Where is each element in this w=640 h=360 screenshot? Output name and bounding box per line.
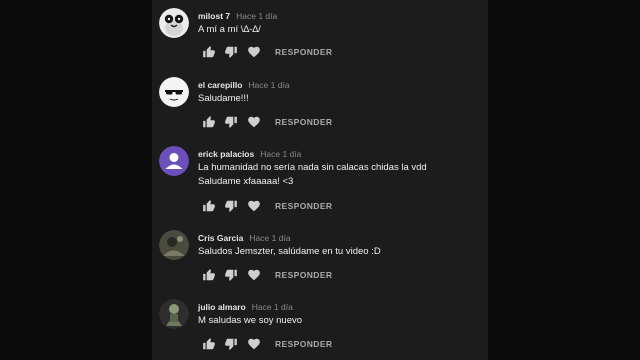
comment-time[interactable]: Hace 1 día — [248, 80, 289, 90]
heart-icon[interactable] — [247, 115, 261, 129]
comment-text: La humanidad no sería nada sin calacas c… — [198, 161, 483, 189]
comment-author[interactable]: Cris Garcia — [198, 233, 243, 243]
reply-button[interactable]: RESPONDER — [275, 45, 332, 59]
comment-text: A mí a mí \∆-∆/ — [198, 23, 483, 37]
thumbs-up-icon[interactable] — [202, 45, 216, 59]
reply-button[interactable]: RESPONDER — [275, 337, 332, 351]
comment-text: M saludas we soy nuevo — [198, 314, 483, 328]
comment-line: Saludame!!! — [198, 93, 249, 104]
thumbs-up-icon[interactable] — [202, 337, 216, 351]
reply-button[interactable]: RESPONDER — [275, 115, 332, 129]
heart-icon[interactable] — [247, 268, 261, 282]
reply-button[interactable]: RESPONDER — [275, 268, 332, 282]
photo-avatar-icon[interactable] — [159, 230, 189, 260]
heart-icon[interactable] — [247, 199, 261, 213]
heart-icon[interactable] — [247, 45, 261, 59]
comment-meta: erick palacios Hace 1 día — [198, 146, 301, 160]
comment-line: M saludas we soy nuevo — [198, 315, 303, 326]
comments-panel: milost 7 Hace 1 día A mí a mí \∆-∆/ RESPO… — [152, 0, 488, 360]
comment-line: Saludos Jemszter, salúdame en tu video :… — [198, 246, 381, 257]
figure-avatar-icon[interactable] — [159, 299, 189, 329]
comment-time[interactable]: Hace 1 día — [236, 11, 277, 21]
comment-text: Saludos Jemszter, salúdame en tu video :… — [198, 245, 483, 259]
comment-meta: Cris Garcia Hace 1 día — [198, 230, 291, 244]
comment-line: A mí a mí \∆-∆/ — [198, 24, 261, 35]
comment-meta: julio almaro Hace 1 día — [198, 299, 293, 313]
sunglasses-face-avatar-icon[interactable] — [159, 77, 189, 107]
reply-button[interactable]: RESPONDER — [275, 199, 332, 213]
heart-icon[interactable] — [247, 337, 261, 351]
thumbs-up-icon[interactable] — [202, 199, 216, 213]
comment-line: La humanidad no sería nada sin calacas c… — [198, 162, 427, 173]
thumbs-down-icon[interactable] — [224, 45, 238, 59]
thumbs-down-icon[interactable] — [224, 199, 238, 213]
comment-text: Saludame!!! — [198, 92, 483, 106]
penguin-avatar-icon[interactable] — [159, 8, 189, 38]
comment-author[interactable]: julio almaro — [198, 302, 246, 312]
comment-time[interactable]: Hace 1 día — [260, 149, 301, 159]
thumbs-up-icon[interactable] — [202, 115, 216, 129]
thumbs-down-icon[interactable] — [224, 268, 238, 282]
comment-author[interactable]: milost 7 — [198, 11, 230, 21]
thumbs-down-icon[interactable] — [224, 115, 238, 129]
default-user-avatar-icon[interactable] — [159, 146, 189, 176]
thumbs-down-icon[interactable] — [224, 337, 238, 351]
comment-time[interactable]: Hace 1 día — [249, 233, 290, 243]
comment-meta: el carepillo Hace 1 día — [198, 77, 290, 91]
comment-time[interactable]: Hace 1 día — [252, 302, 293, 312]
comment-author[interactable]: el carepillo — [198, 80, 242, 90]
comment-meta: milost 7 Hace 1 día — [198, 8, 277, 22]
comment-author[interactable]: erick palacios — [198, 149, 254, 159]
comment-line: Saludame xfaaaaa! <3 — [198, 176, 294, 187]
thumbs-up-icon[interactable] — [202, 268, 216, 282]
